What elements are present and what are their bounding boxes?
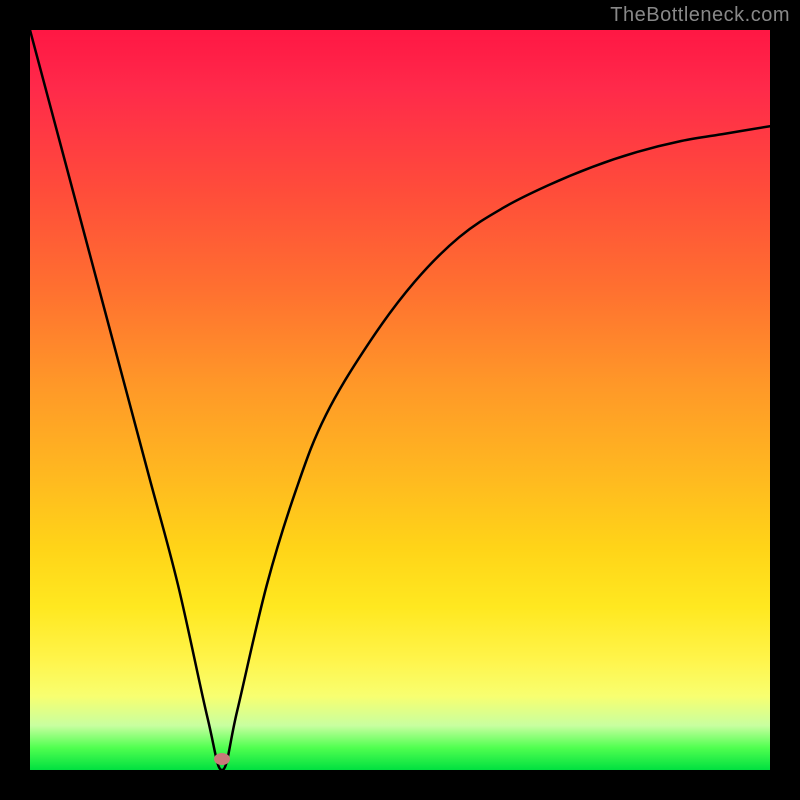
bottleneck-curve xyxy=(30,30,770,770)
trough-marker xyxy=(214,753,230,765)
chart-frame: TheBottleneck.com xyxy=(0,0,800,800)
attribution-label: TheBottleneck.com xyxy=(610,4,790,27)
plot-area xyxy=(30,30,770,770)
